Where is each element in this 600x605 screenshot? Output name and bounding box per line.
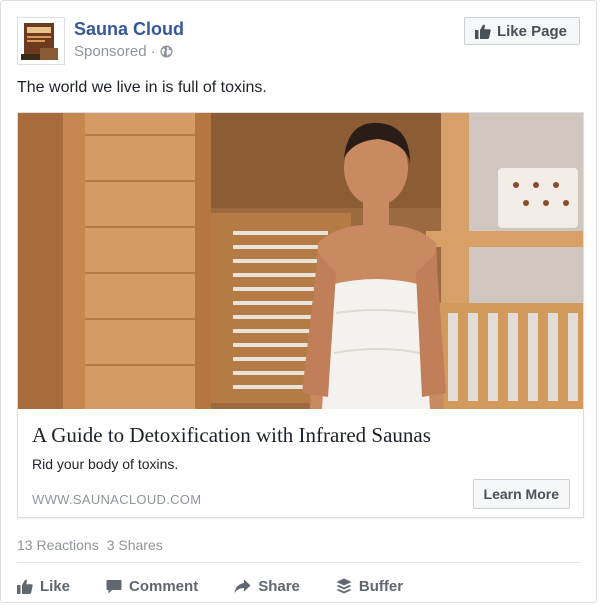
like-page-button[interactable]: Like Page [463,17,580,45]
reactions-count[interactable]: 13 Reactions [17,537,99,553]
link-title[interactable]: A Guide to Detoxification with Infrared … [32,423,431,448]
sauna-photo-illustration [18,113,583,409]
buffer-action-label: Buffer [358,577,404,595]
action-bar: Like Comment Share Buffer [17,575,580,597]
share-action-label: Share [258,577,300,595]
link-domain: WWW.SAUNACLOUD.COM [32,492,202,507]
comment-icon [106,579,122,593]
like-page-label: Like Page [496,22,567,40]
comment-action-label: Comment [129,577,199,595]
link-preview-card[interactable]: A Guide to Detoxification with Infrared … [17,112,584,518]
thumbs-up-icon [474,24,491,39]
post-header: Sauna Cloud Sponsored · Like Page [17,17,580,65]
engagement-counts: 13 Reactions 3 Shares [17,537,163,553]
share-arrow-icon [234,579,251,593]
sponsored-line: Sponsored · [74,43,173,60]
book-cover-icon [18,18,64,64]
page-avatar[interactable] [17,17,65,65]
thumbs-up-icon [17,579,33,594]
shares-count[interactable]: 3 Shares [107,537,163,553]
post-text: The world we live in is full of toxins. [17,79,267,96]
comment-action-button[interactable]: Comment [106,578,198,595]
sponsored-label[interactable]: Sponsored [74,43,147,60]
like-action-label: Like [40,577,71,595]
link-description: Rid your body of toxins. [32,456,179,472]
sponsored-post-card: Sauna Cloud Sponsored · Like Page The wo… [0,0,597,603]
buffer-stack-icon [336,578,352,594]
buffer-action-button[interactable]: Buffer [336,578,403,595]
globe-icon[interactable] [160,45,173,58]
action-divider [17,562,580,563]
sauna-photo[interactable] [18,113,583,409]
learn-more-button[interactable]: Learn More [472,479,570,509]
like-action-button[interactable]: Like [17,578,70,595]
page-name-link[interactable]: Sauna Cloud [74,19,184,40]
share-action-button[interactable]: Share [234,578,300,595]
dot-separator: · [150,43,156,60]
